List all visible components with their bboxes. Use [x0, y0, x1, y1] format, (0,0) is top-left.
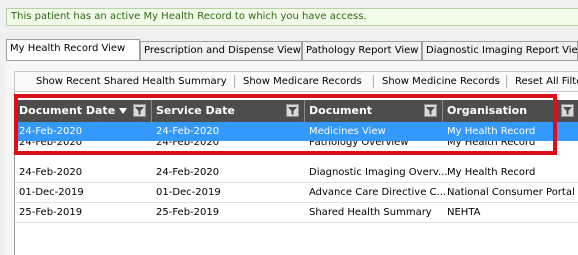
column-header-document-date[interactable]: Document Date — [15, 100, 152, 122]
tab-label: My Health Record View — [10, 43, 126, 54]
column-header-document[interactable]: Document — [305, 100, 443, 122]
cell-service-date: 01-Dec-2019 — [156, 187, 221, 198]
column-title: Document Date — [19, 104, 116, 117]
tab-label: Pathology Report View — [306, 45, 419, 56]
cell-service-date: 24-Feb-2020 — [156, 141, 220, 148]
tab-label: Prescription and Dispense View — [144, 45, 301, 56]
reset-all-filters-button[interactable]: Reset All Filters — [515, 75, 578, 88]
column-title: Service Date — [156, 104, 235, 117]
column-title: Document — [309, 104, 373, 117]
show-medicine-records-button[interactable]: Show Medicine Records — [382, 75, 500, 88]
filter-icon[interactable] — [133, 104, 146, 117]
table-row[interactable]: 24-Feb-2020 24-Feb-2020 Pathology Overvi… — [15, 141, 578, 152]
cell-organisation: NEHTA — [447, 207, 481, 218]
filter-icon[interactable] — [286, 104, 299, 117]
cell-document-date: 24-Feb-2020 — [19, 141, 83, 148]
cell-document: Diagnostic Imaging Overv... — [309, 167, 448, 178]
notice-text: This patient has an active My Health Rec… — [11, 11, 367, 22]
table-row[interactable]: 01-Dec-2019 01-Dec-2019 Advance Care Dir… — [15, 183, 578, 203]
cell-document: Medicines View — [309, 126, 386, 137]
cell-organisation: My Health Record — [447, 141, 536, 148]
cell-service-date: 24-Feb-2020 — [156, 167, 220, 178]
cell-service-date: 24-Feb-2020 — [156, 126, 220, 137]
cell-document-date: 24-Feb-2020 — [19, 167, 83, 178]
toolbar-divider — [506, 75, 507, 88]
tab-diagnostic-imaging-report-view[interactable]: Diagnostic Imaging Report View — [422, 41, 578, 60]
filter-icon[interactable] — [561, 104, 574, 117]
cell-document-date: 25-Feb-2019 — [19, 207, 83, 218]
cell-organisation: My Health Record — [447, 167, 536, 178]
column-header-organisation[interactable]: Organisation — [443, 100, 578, 122]
tab-strip: My Health Record View Prescription and D… — [6, 39, 578, 60]
toolbar-divider — [234, 75, 235, 88]
table-row[interactable]: 24-Feb-2020 24-Feb-2020 Medicines View M… — [15, 122, 578, 141]
tab-my-health-record-view[interactable]: My Health Record View — [6, 39, 140, 60]
table-row[interactable]: 25-Feb-2019 25-Feb-2019 Shared Health Su… — [15, 203, 578, 223]
toolbar-divider — [373, 75, 374, 88]
show-medicare-records-button[interactable]: Show Medicare Records — [243, 75, 362, 88]
cell-document-date: 01-Dec-2019 — [19, 187, 84, 198]
cell-organisation: My Health Record — [447, 126, 536, 137]
filter-toolbar: Show Recent Shared Health Summary Show M… — [14, 71, 578, 92]
column-header-service-date[interactable]: Service Date — [152, 100, 305, 122]
tab-label: Diagnostic Imaging Report View — [426, 45, 578, 56]
tab-prescription-dispense-view[interactable]: Prescription and Dispense View — [140, 41, 302, 60]
sort-descending-icon — [119, 108, 127, 114]
grid-header: Document Date Service Date Document Orga… — [15, 100, 578, 122]
health-record-notice: This patient has an active My Health Rec… — [6, 8, 578, 26]
show-recent-shared-health-summary-button[interactable]: Show Recent Shared Health Summary — [36, 75, 227, 88]
documents-grid: Document Date Service Date Document Orga… — [14, 92, 578, 255]
column-title: Organisation — [447, 104, 528, 117]
cell-service-date: 25-Feb-2019 — [156, 207, 220, 218]
cell-organisation: National Consumer Portal — [447, 187, 575, 198]
table-row[interactable]: 24-Feb-2020 24-Feb-2020 Diagnostic Imagi… — [15, 163, 578, 183]
tab-pathology-report-view[interactable]: Pathology Report View — [302, 41, 422, 60]
cell-document-date: 24-Feb-2020 — [19, 126, 83, 137]
filter-icon[interactable] — [424, 104, 437, 117]
cell-document: Pathology Overview — [309, 141, 409, 148]
cell-document: Advance Care Directive C... — [309, 187, 447, 198]
cell-document: Shared Health Summary — [309, 207, 432, 218]
